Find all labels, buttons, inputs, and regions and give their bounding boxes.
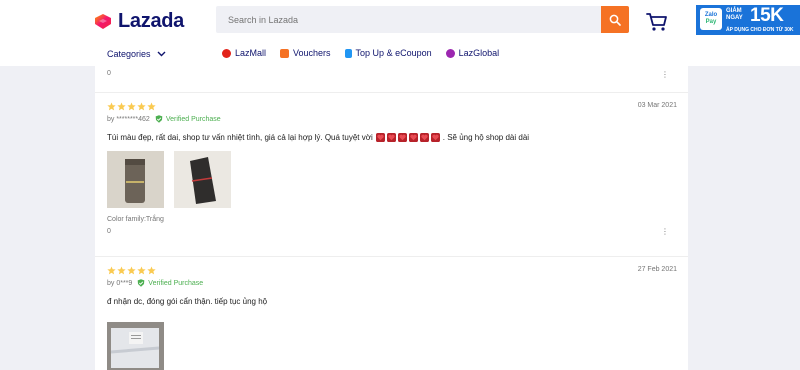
review-text-tail: . Sẽ ủng hộ shop dài dài	[442, 133, 530, 142]
topup-icon	[344, 48, 352, 58]
review-text-main: Túi màu đẹp, rất dai, shop tư vấn nhiệt …	[107, 133, 373, 142]
divider	[95, 92, 688, 93]
more-options-icon[interactable]: ⋮	[661, 70, 669, 79]
star-rating	[107, 102, 677, 111]
nav-links: LazMall Vouchers Top Up & eCoupon LazGlo…	[222, 48, 513, 58]
verified-label: Verified Purchase	[165, 115, 221, 123]
voucher-icon	[280, 48, 290, 58]
logo-text: Lazada	[118, 9, 185, 32]
review-item: by 0***9 Verified Purchase 27 Feb 2021 đ…	[107, 266, 677, 370]
lazmall-icon	[222, 48, 231, 58]
review-item: by ********462 Verified Purchase 03 Mar …	[107, 102, 677, 236]
review-photo[interactable]	[107, 151, 164, 208]
nav-link-label: LazMall	[235, 48, 267, 58]
lazglobal-icon	[445, 48, 455, 58]
verified-badge: Verified Purchase	[137, 279, 203, 287]
heart-icon	[375, 133, 385, 142]
zalopay-text-bottom: Pay	[705, 19, 717, 25]
search-input[interactable]	[216, 6, 602, 33]
heart-emojis	[375, 133, 440, 142]
chevron-down-icon	[157, 51, 166, 57]
promo-amount: 15K	[750, 5, 784, 26]
review-sku: Color family:Trắng	[107, 216, 164, 223]
nav-link-label: Top Up & eCoupon	[355, 48, 432, 58]
promo-label: GIẢM NGAY	[726, 8, 743, 21]
lazada-heart-icon	[95, 14, 111, 29]
like-count[interactable]: 0	[107, 228, 111, 235]
zalopay-promo-banner[interactable]: Zalo Pay GIẢM NGAY 15K ÁP DỤNG CHO ĐƠN T…	[696, 5, 800, 35]
like-count[interactable]: 0	[107, 70, 111, 77]
star-icon	[137, 102, 146, 111]
nav-link-vouchers[interactable]: Vouchers	[280, 48, 331, 58]
nav-link-lazglobal[interactable]: LazGlobal	[445, 48, 500, 58]
heart-icon	[408, 133, 418, 142]
reviews-panel: 0 ⋮ by ********462 Verified Purchase 03 …	[95, 66, 688, 370]
review-meta: by 0***9 Verified Purchase	[107, 279, 677, 287]
previous-review-footer: 0 ⋮	[107, 70, 677, 79]
review-photo[interactable]	[174, 151, 231, 208]
review-date: 03 Mar 2021	[637, 102, 677, 109]
nav-link-topup[interactable]: Top Up & eCoupon	[344, 48, 432, 58]
star-icon	[137, 266, 146, 275]
search-button[interactable]	[601, 6, 629, 33]
star-icon	[117, 102, 126, 111]
review-author: by ********462	[107, 115, 150, 123]
star-icon	[147, 102, 156, 111]
verified-badge: Verified Purchase	[155, 115, 221, 123]
star-rating	[107, 266, 677, 275]
lazada-logo[interactable]: Lazada	[93, 10, 184, 32]
review-meta: by ********462 Verified Purchase	[107, 115, 677, 123]
verified-check-icon	[155, 115, 163, 123]
heart-icon	[430, 133, 440, 142]
nav-link-lazmall[interactable]: LazMall	[222, 48, 266, 58]
product-photo-package	[107, 322, 164, 370]
heart-icon	[397, 133, 407, 142]
categories-label: Categories	[107, 49, 151, 59]
cart-icon[interactable]	[646, 12, 668, 32]
product-photo-bag	[174, 151, 231, 208]
star-icon	[127, 266, 136, 275]
verified-check-icon	[137, 279, 145, 287]
review-photos	[107, 151, 677, 208]
product-photo-bag	[107, 151, 164, 208]
star-icon	[107, 266, 116, 275]
review-footer: 0 ⋮	[107, 227, 677, 236]
nav-link-label: LazGlobal	[458, 48, 500, 58]
heart-icon	[419, 133, 429, 142]
search-icon	[609, 14, 621, 26]
nav-link-label: Vouchers	[293, 48, 331, 58]
promo-subtitle: ÁP DỤNG CHO ĐƠN TỪ 30K	[726, 27, 794, 33]
zalopay-text-top: Zalo	[704, 12, 718, 18]
star-icon	[127, 102, 136, 111]
review-date: 27 Feb 2021	[637, 266, 677, 273]
more-options-icon[interactable]: ⋮	[661, 227, 669, 236]
star-icon	[117, 266, 126, 275]
review-author: by 0***9	[107, 279, 133, 287]
verified-label: Verified Purchase	[148, 279, 204, 287]
star-icon	[107, 102, 116, 111]
site-header: Lazada Zalo Pay GIẢM NGAY 15K ÁP DỤNG CH…	[0, 0, 800, 66]
divider	[95, 256, 688, 257]
review-photos	[107, 322, 677, 370]
review-text: đ nhận dc, đóng gói cẩn thận. tiếp tục ủ…	[107, 297, 268, 306]
star-icon	[147, 266, 156, 275]
heart-icon	[386, 133, 396, 142]
zalopay-logo: Zalo Pay	[700, 8, 722, 30]
review-photo[interactable]	[107, 322, 164, 370]
review-text: Túi màu đẹp, rất dai, shop tư vấn nhiệt …	[107, 133, 677, 142]
nav-bar: Categories LazMall Vouchers Top Up & eCo…	[0, 45, 800, 65]
search-bar	[216, 6, 629, 33]
categories-menu[interactable]: Categories	[107, 49, 166, 59]
